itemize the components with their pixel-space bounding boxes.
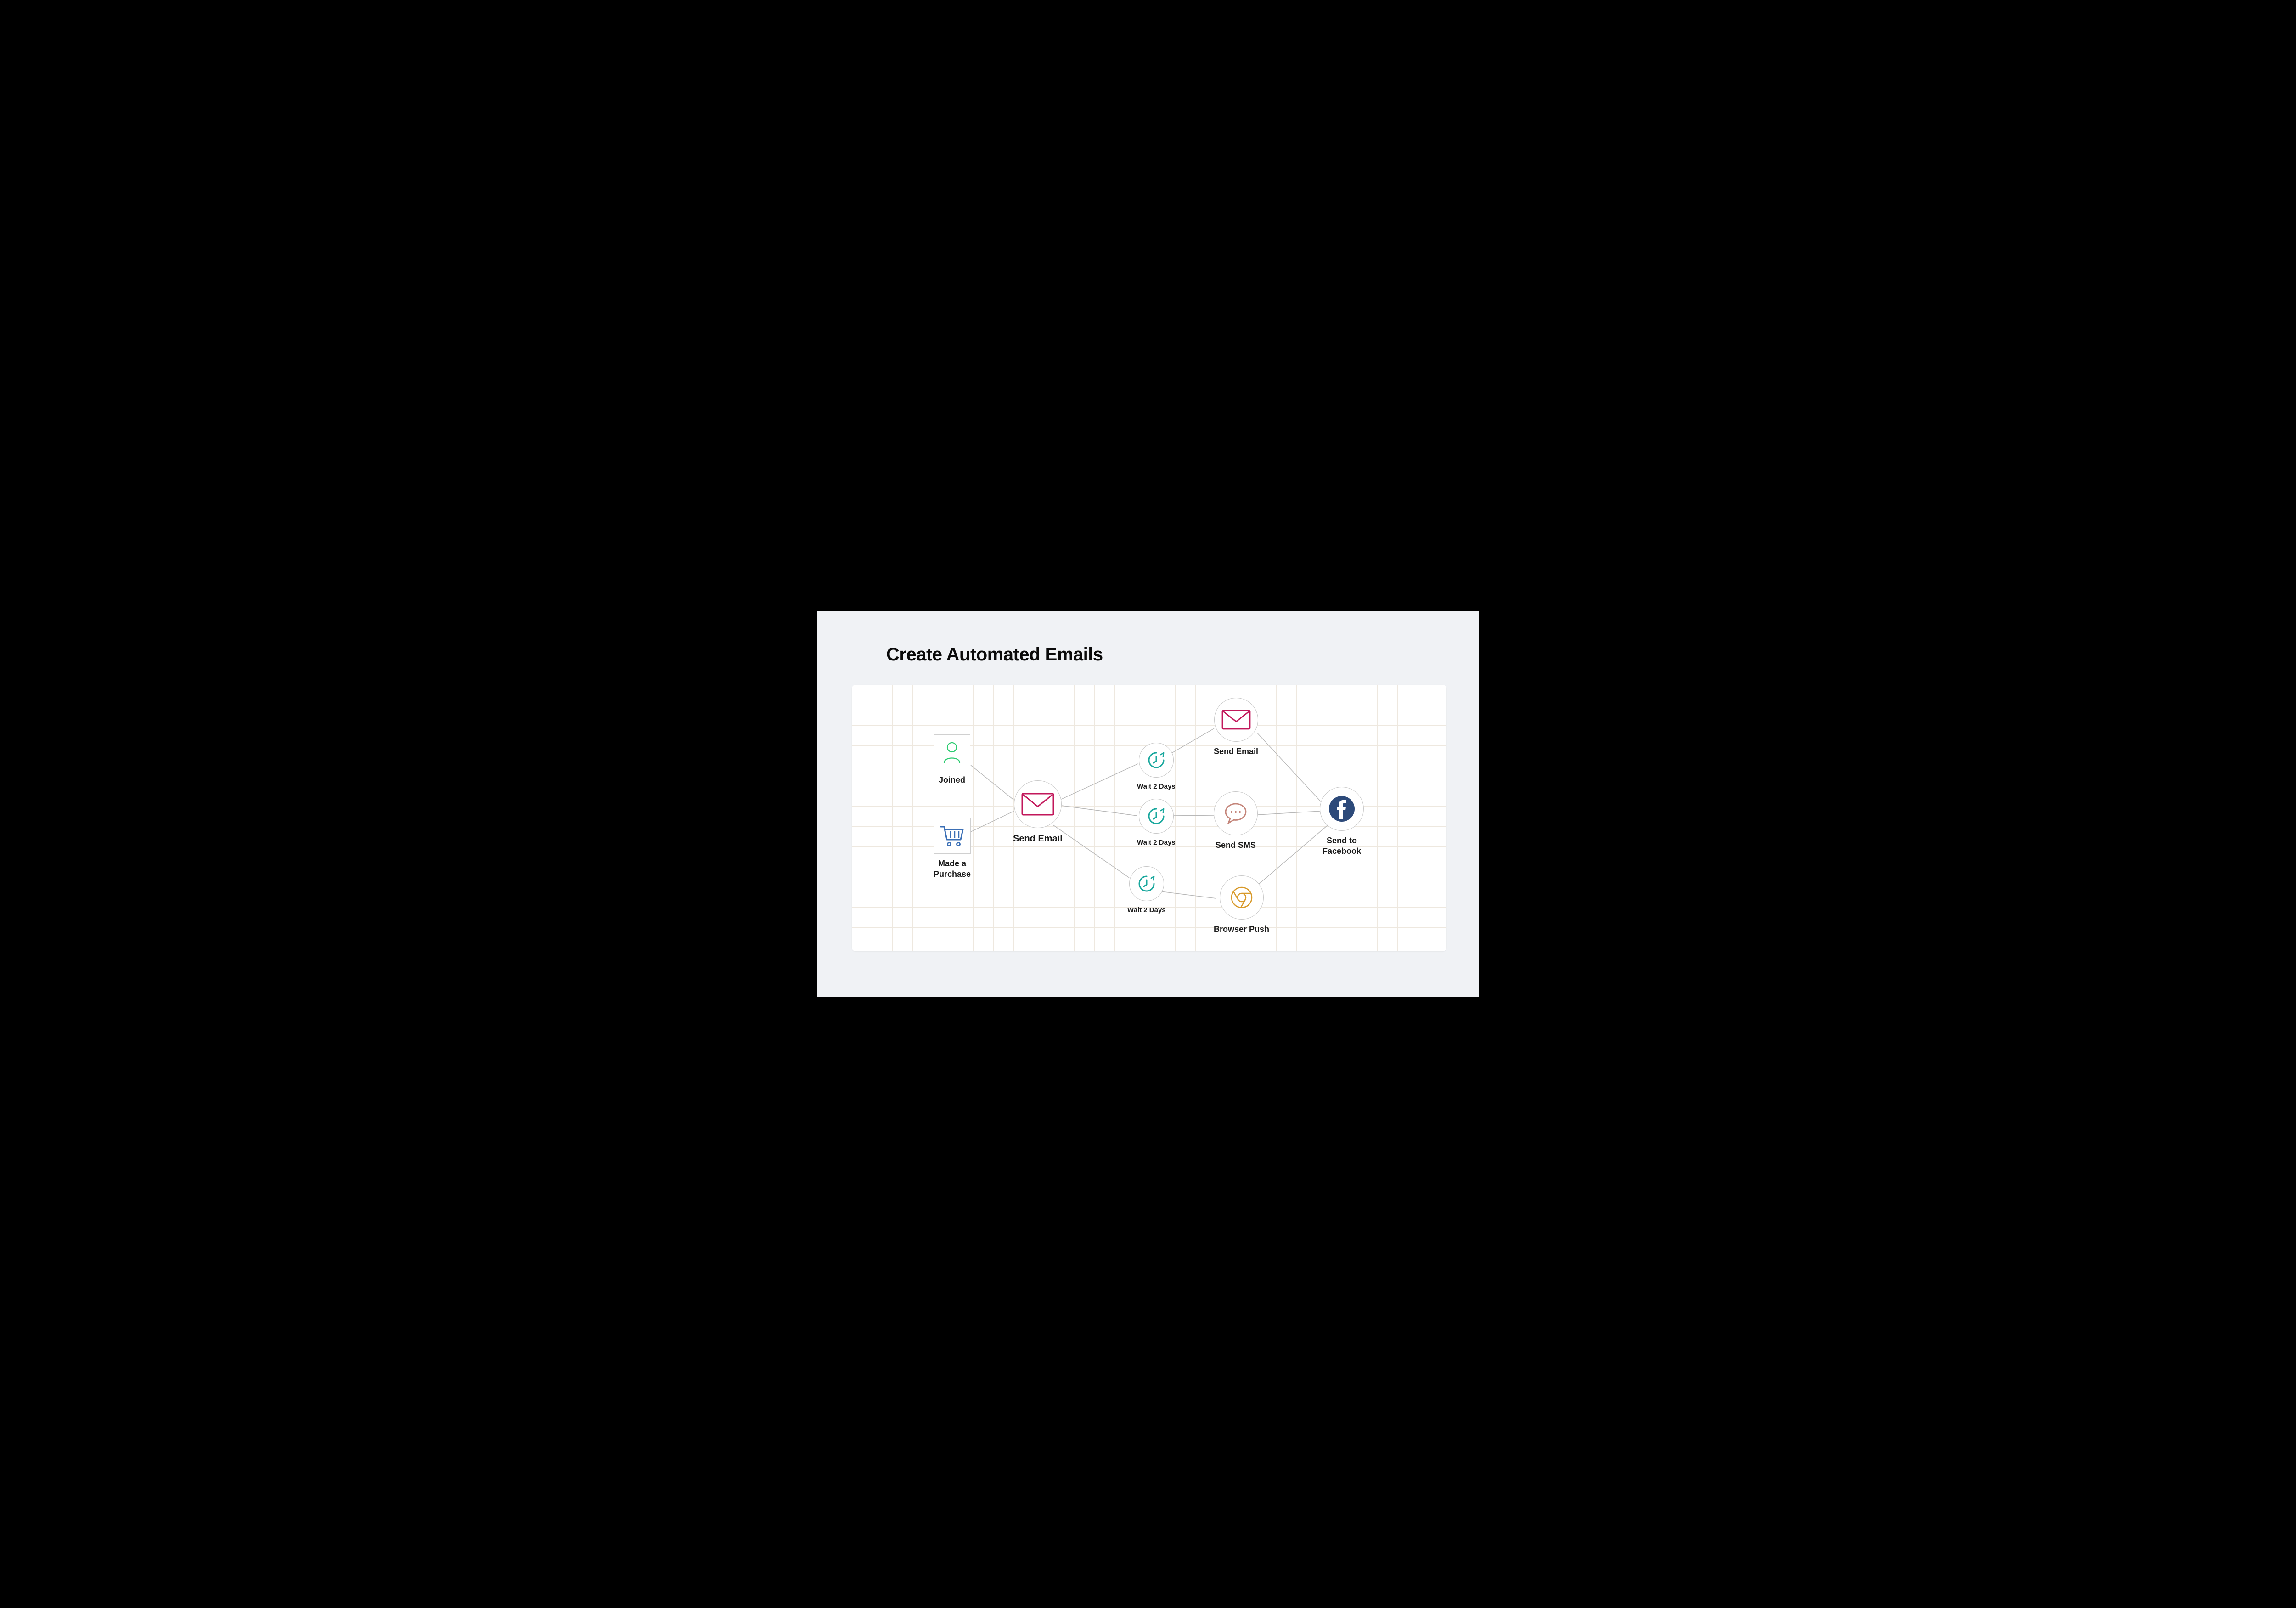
node-send-email-main[interactable]: Send Email <box>1013 780 1063 845</box>
node-wait-3[interactable]: Wait 2 Days <box>1127 866 1166 915</box>
node-label: Wait 2 Days <box>1137 782 1176 791</box>
node-send-email-2[interactable]: Send Email <box>1214 698 1258 757</box>
node-label: Send SMS <box>1216 840 1256 851</box>
node-label: Send to Facebook <box>1322 835 1361 857</box>
automation-canvas[interactable]: Joined Made a Purchase <box>852 685 1446 951</box>
cart-icon <box>934 818 971 854</box>
envelope-icon <box>1214 698 1258 742</box>
facebook-icon <box>1320 787 1364 831</box>
app-frame: Create Automated Emails <box>817 611 1479 997</box>
node-label: Wait 2 Days <box>1127 906 1166 915</box>
node-send-facebook[interactable]: Send to Facebook <box>1320 787 1364 857</box>
page-title: Create Automated Emails <box>886 644 1103 665</box>
node-wait-2[interactable]: Wait 2 Days <box>1137 799 1176 847</box>
node-label: Send Email <box>1013 833 1063 845</box>
node-wait-1[interactable]: Wait 2 Days <box>1137 743 1176 791</box>
clock-icon <box>1129 866 1164 901</box>
node-joined[interactable]: Joined <box>934 734 970 785</box>
chrome-icon <box>1220 875 1264 920</box>
node-send-sms[interactable]: Send SMS <box>1214 791 1258 851</box>
envelope-icon <box>1014 780 1062 828</box>
node-made-purchase[interactable]: Made a Purchase <box>934 818 971 880</box>
node-label: Browser Push <box>1214 924 1269 935</box>
node-label: Made a Purchase <box>934 858 971 880</box>
node-label: Joined <box>939 775 965 785</box>
clock-icon <box>1139 799 1174 834</box>
node-label: Wait 2 Days <box>1137 838 1176 847</box>
node-browser-push[interactable]: Browser Push <box>1214 875 1269 935</box>
sms-icon <box>1214 791 1258 835</box>
person-icon <box>934 734 970 770</box>
clock-icon <box>1139 743 1174 778</box>
node-label: Send Email <box>1214 746 1258 757</box>
